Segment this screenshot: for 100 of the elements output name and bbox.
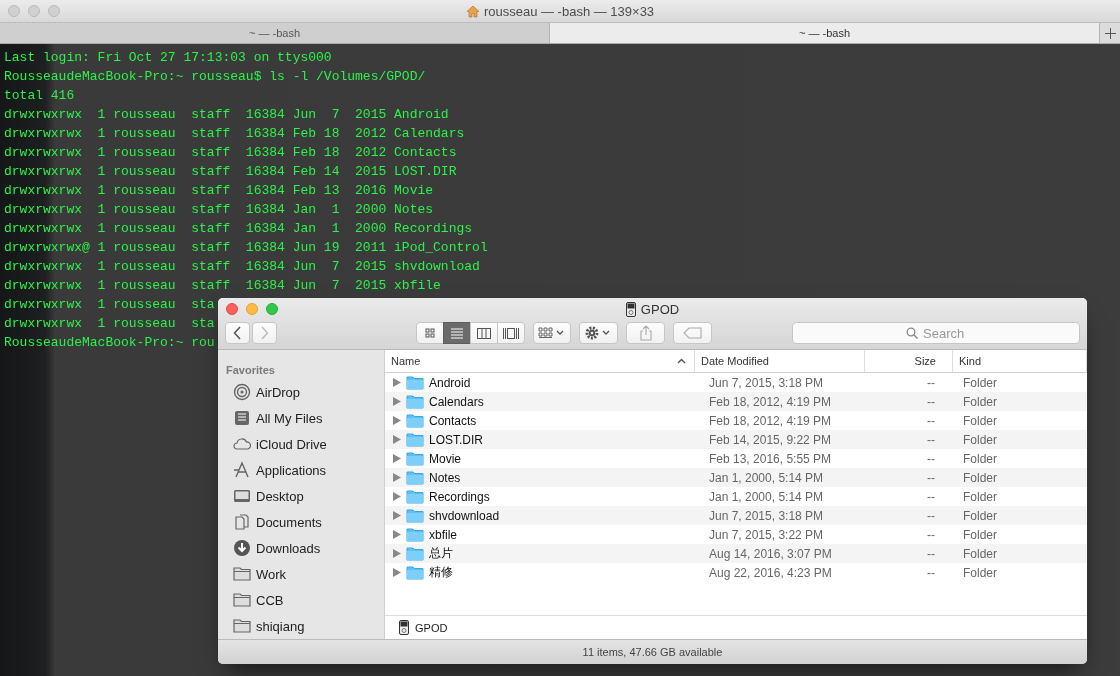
file-tray-icon	[233, 409, 251, 427]
view-mode-button[interactable]	[497, 322, 525, 344]
kind-cell-text: Folder	[962, 508, 998, 523]
kind-cell-text: Folder	[962, 565, 998, 580]
disclosure-triangle-icon[interactable]	[393, 549, 401, 558]
ipod-icon	[399, 620, 409, 635]
sidebar-item[interactable]: Applications	[226, 457, 327, 483]
size-cell-text: --	[926, 508, 936, 523]
size-cell-text: --	[926, 432, 936, 447]
chevron-left-icon	[233, 326, 242, 340]
folder-icon	[406, 527, 424, 542]
sidebar-item[interactable]: Desktop	[226, 483, 304, 509]
disclosure-triangle-icon[interactable]	[393, 397, 401, 406]
disclosure-triangle-icon[interactable]	[393, 511, 401, 520]
folder-icon	[406, 489, 424, 504]
folder-icon	[406, 546, 424, 561]
disclosure-triangle-icon[interactable]	[393, 492, 401, 501]
folder-icon	[406, 394, 424, 409]
back-button[interactable]	[225, 322, 250, 344]
date-cell-text: Feb 13, 2016, 5:55 PM	[708, 451, 833, 466]
download-icon	[233, 539, 251, 557]
action-button[interactable]	[579, 322, 618, 344]
path-item[interactable]: GPOD	[415, 621, 448, 634]
file-name-cell[interactable]: shvdownload	[385, 508, 695, 523]
search-field[interactable]: Search	[792, 322, 1080, 344]
sidebar-heading: Favorites	[226, 364, 275, 376]
kind-cell-text: Folder	[962, 470, 998, 485]
terminal-line: drwxrwxrwx 1 rousseau staff 16384 Jan 1 2000 Notes	[4, 201, 434, 219]
file-name-cell[interactable]: 总片	[385, 545, 695, 562]
sidebar-item[interactable]: Documents	[226, 509, 322, 535]
file-name-cell[interactable]: xbfile	[385, 527, 695, 542]
size-cell-text: --	[926, 375, 936, 390]
share-icon	[638, 325, 653, 341]
size-cell-text: --	[926, 451, 936, 466]
chevron-right-icon	[260, 326, 269, 340]
date-cell-text: Feb 18, 2012, 4:19 PM	[708, 413, 833, 428]
window-title: GPOD	[640, 301, 680, 317]
file-name-cell[interactable]: Calendars	[385, 394, 695, 409]
view-mode-button[interactable]	[443, 322, 471, 344]
size-cell-text: --	[926, 565, 936, 580]
desktop-icon	[233, 487, 251, 505]
terminal-line: drwxrwxrwx 1 rousseau staff 16384 Feb 18 2012 Calendars	[4, 125, 465, 143]
file-name-cell[interactable]: Notes	[385, 470, 695, 485]
terminal-line: RousseaudeMacBook-Pro:~ rousseau$ ls -l /Volumes/GPOD/	[4, 68, 426, 86]
terminal-line: drwxrwxrwx 1 rousseau staff 16384 Jun 7 2015 xbfile	[4, 277, 441, 295]
folder-icon	[406, 413, 424, 428]
terminal-line: drwxrwxrwx 1 rousseau staff 16384 Jun 7 2015 Android	[4, 106, 449, 124]
disclosure-triangle-icon[interactable]	[393, 378, 401, 387]
size-cell-text: --	[926, 527, 936, 542]
view-mode-button[interactable]	[416, 322, 444, 344]
date-cell-text: Feb 18, 2012, 4:19 PM	[708, 394, 833, 409]
zoom-button[interactable]	[266, 303, 278, 315]
tag-icon	[682, 327, 703, 339]
kind-cell-text: Folder	[962, 394, 998, 409]
sidebar-item[interactable]: All My Files	[226, 405, 323, 431]
disclosure-triangle-icon[interactable]	[393, 530, 401, 539]
sidebar-item[interactable]: CCB	[226, 587, 284, 613]
minimize-button[interactable]	[246, 303, 258, 315]
terminal-line: drwxrwxrwx 1 rousseau sta	[4, 296, 215, 314]
sidebar-item[interactable]: Work	[226, 561, 287, 587]
sidebar-item[interactable]: Downloads	[226, 535, 321, 561]
disclosure-triangle-icon[interactable]	[393, 473, 401, 482]
disclosure-triangle-icon[interactable]	[393, 568, 401, 577]
terminal-tab[interactable]: ~ — -bash	[550, 23, 1100, 43]
terminal-line: drwxrwxrwx 1 rousseau staff 16384 Feb 18 2012 Contacts	[4, 144, 457, 162]
column-header[interactable]: Size	[865, 350, 953, 372]
file-name-cell[interactable]: Android	[385, 375, 695, 390]
file-name-cell[interactable]: Recordings	[385, 489, 695, 504]
grid-icon	[538, 327, 566, 339]
kind-cell-text: Folder	[962, 527, 998, 542]
close-button[interactable]	[226, 303, 238, 315]
arrange-button[interactable]	[533, 322, 571, 344]
terminal-line: drwxrwxrwx 1 rousseau staff 16384 Feb 13 2016 Movie	[4, 182, 434, 200]
disclosure-triangle-icon[interactable]	[393, 454, 401, 463]
add-tab-button[interactable]	[1100, 23, 1120, 43]
file-name-cell[interactable]: Contacts	[385, 413, 695, 428]
folder-icon	[406, 565, 424, 580]
terminal-line: total 416	[4, 87, 75, 105]
terminal-line: drwxrwxrwx@ 1 rousseau staff 16384 Jun 19 2011 iPod_Control	[4, 239, 488, 257]
sidebar-item[interactable]: iCloud Drive	[226, 431, 327, 457]
size-cell-text: --	[926, 546, 936, 561]
file-name-cell[interactable]: LOST.DIR	[385, 432, 695, 447]
column-header[interactable]: Name	[385, 350, 695, 372]
date-cell-text: Jun 7, 2015, 3:22 PM	[708, 527, 825, 542]
view-mode-button[interactable]	[470, 322, 498, 344]
file-name-cell[interactable]: 精修	[385, 564, 695, 581]
terminal-line: RousseaudeMacBook-Pro:~ rou	[4, 334, 215, 352]
sidebar-item[interactable]: AirDrop	[226, 379, 301, 405]
disclosure-triangle-icon[interactable]	[393, 435, 401, 444]
sidebar-item[interactable]: shiqiang	[226, 613, 305, 639]
file-name-cell[interactable]: Movie	[385, 451, 695, 466]
column-header[interactable]: Date Modified	[695, 350, 865, 372]
disclosure-triangle-icon[interactable]	[393, 416, 401, 425]
column-header[interactable]: Kind	[953, 350, 1087, 372]
plus-icon	[1104, 27, 1116, 39]
kind-cell-text: Folder	[962, 432, 998, 447]
kind-cell-text: Folder	[962, 375, 998, 390]
cloud-icon	[233, 435, 251, 453]
date-cell-text: Jun 7, 2015, 3:18 PM	[708, 375, 825, 390]
terminal-line: drwxrwxrwx 1 rousseau staff 16384 Jun 7 2015 shvdownload	[4, 258, 480, 276]
